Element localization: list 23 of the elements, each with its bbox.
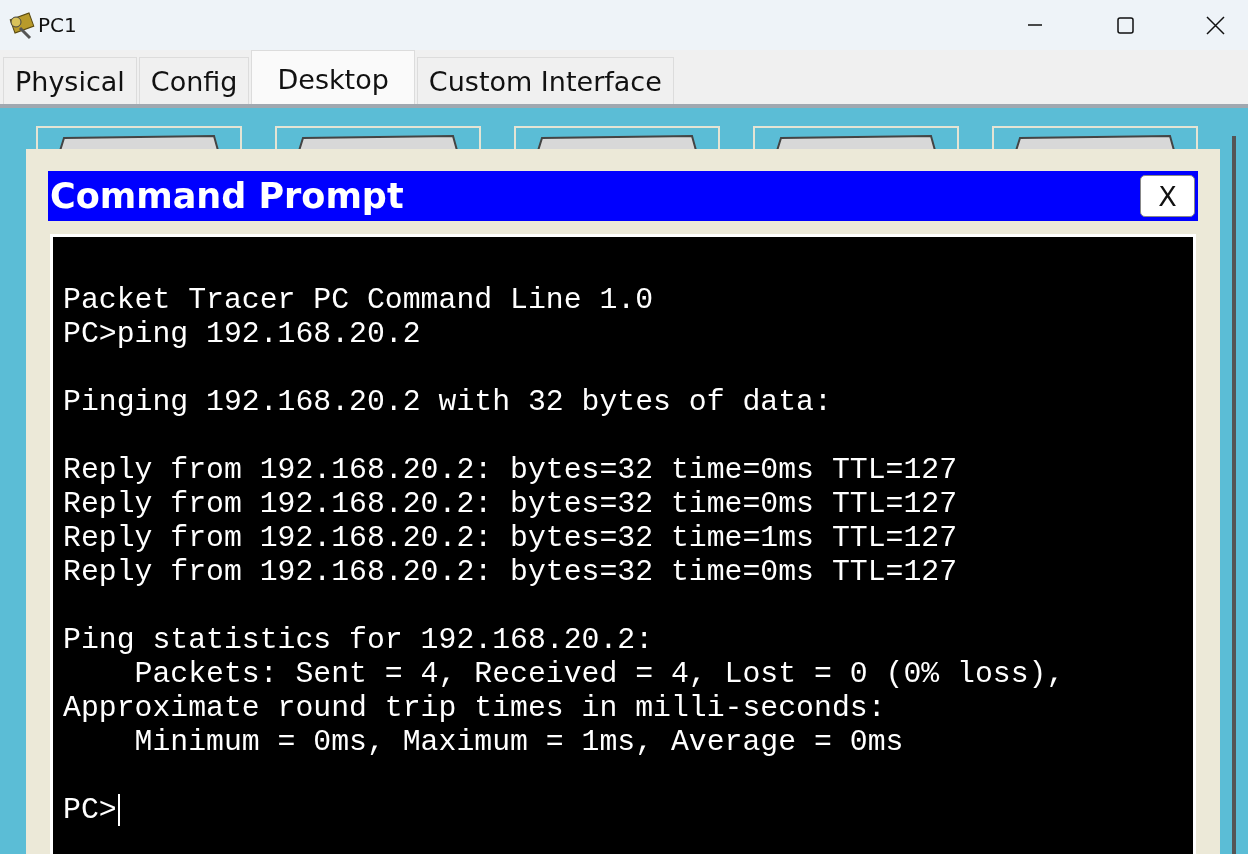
terminal-line: Approximate round trip times in milli-seconds: (63, 691, 886, 725)
tab[interactable]: Config (138, 57, 250, 104)
terminal-line: Packet Tracer PC Command Line 1.0 (63, 283, 654, 317)
terminal-line: PC> (63, 793, 120, 827)
terminal-line: Pinging 192.168.20.2 with 32 bytes of data: (63, 385, 832, 419)
terminal-line: Reply from 192.168.20.2: bytes=32 time=0ms TTL=127 (63, 453, 958, 487)
tab[interactable]: Custom Interface (416, 57, 674, 104)
terminal-line: Reply from 192.168.20.2: bytes=32 time=0ms TTL=127 (63, 487, 958, 521)
window-title: PC1 (38, 13, 78, 37)
terminal-line: Minimum = 0ms, Maximum = 1ms, Average = 0ms (133, 725, 904, 759)
terminal-line: PC>ping 192.168.20.2 (63, 317, 421, 351)
terminal-line: Reply from 192.168.20.2: bytes=32 time=1ms TTL=127 (63, 521, 958, 555)
text-cursor (117, 794, 120, 826)
tab[interactable]: Physical (3, 57, 137, 104)
window-title: Command Prompt (50, 176, 404, 216)
app-logo-icon (6, 10, 36, 40)
tab[interactable]: Desktop (251, 50, 415, 104)
terminal-screen[interactable] (50, 234, 1196, 854)
close-button[interactable]: X (1140, 175, 1195, 217)
terminal-line: Reply from 192.168.20.2: bytes=32 time=0ms TTL=127 (63, 555, 958, 589)
terminal-line: Packets: Sent = 4, Received = 4, Lost = 0 (0% loss), (133, 657, 1065, 691)
terminal-line: Ping statistics for 192.168.20.2: (63, 623, 654, 657)
scrollbar[interactable] (1232, 136, 1236, 854)
